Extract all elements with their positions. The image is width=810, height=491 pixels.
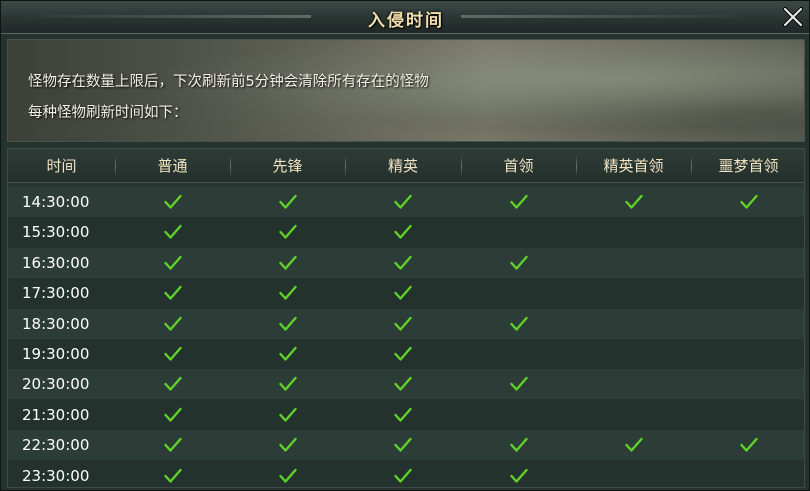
checkmark-icon <box>278 377 297 392</box>
checkmark-icon <box>278 194 297 209</box>
invasion-time-window: 入侵时间 怪物存在数量上限后，下次刷新前5分钟会清除所有存在的怪物 每种怪物刷新… <box>0 0 810 491</box>
checkmark-icon <box>394 316 412 331</box>
row-time: 21:30:00 <box>22 405 90 424</box>
row-time: 22:30:00 <box>22 436 90 455</box>
table-row: 22:30:00 <box>8 430 804 461</box>
row-time: 14:30:00 <box>22 193 90 211</box>
table-row: 15:30:00 <box>8 217 804 248</box>
checkmark-icon <box>739 437 758 452</box>
info-text-line-1: 怪物存在数量上限后，下次刷新前5分钟会清除所有存在的怪物 <box>28 74 429 90</box>
checkmark-icon <box>394 194 412 209</box>
close-icon <box>783 7 803 27</box>
checkmark-icon <box>278 316 297 331</box>
table-row: 21:30:00 <box>8 399 804 430</box>
row-time: 15:30:00 <box>22 223 90 242</box>
checkmark-icon <box>278 346 297 361</box>
row-time: 20:30:00 <box>22 375 90 394</box>
checkmark-icon <box>509 437 528 452</box>
checkmark-icon <box>278 407 297 422</box>
checkmark-icon <box>394 437 412 452</box>
row-time: 17:30:00 <box>22 284 90 303</box>
table-row: 18:30:00 <box>8 308 804 339</box>
checkmark-icon <box>163 468 182 483</box>
row-time: 18:30:00 <box>22 314 90 333</box>
checkmark-icon <box>163 316 182 331</box>
window-title: 入侵时间 <box>368 11 444 31</box>
checkmark-icon <box>509 255 528 270</box>
row-time: 23:30:00 <box>22 466 90 485</box>
checkmark-icon <box>163 437 182 452</box>
header-boss: 首领 <box>461 149 576 183</box>
checkmark-icon <box>278 255 297 270</box>
table-row: 23:30:00 <box>8 460 804 487</box>
table-row: 14:30:00 <box>8 187 804 217</box>
row-time: 19:30:00 <box>22 345 90 363</box>
checkmark-icon <box>163 285 182 300</box>
table-row: 17:30:00 <box>8 278 804 309</box>
checkmark-icon <box>163 255 182 270</box>
title-bar: 入侵时间 <box>1 1 809 34</box>
checkmark-icon <box>394 468 412 483</box>
table-header: 时间 普通 先锋 精英 首领 精英首领 噩梦首领 <box>8 149 804 183</box>
info-text-line-2: 每种怪物刷新时间如下： <box>28 105 188 121</box>
header-normal: 普通 <box>115 149 230 183</box>
checkmark-icon <box>394 407 412 422</box>
checkmark-icon <box>394 225 412 240</box>
checkmark-icon <box>163 225 182 240</box>
checkmark-icon <box>509 468 528 483</box>
header-elite: 精英 <box>345 149 461 183</box>
header-time: 时间 <box>46 157 77 175</box>
checkmark-icon <box>739 194 758 209</box>
close-button[interactable] <box>781 5 805 29</box>
checkmark-icon <box>278 437 297 452</box>
checkmark-icon <box>509 316 528 331</box>
checkmark-icon <box>163 346 182 361</box>
checkmark-icon <box>624 437 643 452</box>
table-row: 19:30:00 <box>8 339 804 369</box>
checkmark-icon <box>509 377 528 392</box>
spawn-schedule-table: 时间 普通 先锋 精英 首领 精英首领 噩梦首领 14:30:00 15:30:00 16:30… <box>7 148 805 488</box>
table-row: 20:30:00 <box>8 369 804 400</box>
checkmark-icon <box>394 377 412 392</box>
header-elite-boss: 精英首领 <box>576 149 691 183</box>
row-time: 16:30:00 <box>22 253 90 272</box>
checkmark-icon <box>394 346 412 361</box>
checkmark-icon <box>394 285 412 300</box>
checkmark-icon <box>278 225 297 240</box>
header-nightmare-boss: 噩梦首领 <box>691 149 804 183</box>
checkmark-icon <box>394 255 412 270</box>
checkmark-icon <box>509 194 528 209</box>
checkmark-icon <box>278 285 297 300</box>
info-banner: 怪物存在数量上限后，下次刷新前5分钟会清除所有存在的怪物 每种怪物刷新时间如下： <box>7 39 805 142</box>
table-row: 16:30:00 <box>8 247 804 278</box>
checkmark-icon <box>163 194 182 209</box>
header-vanguard: 先锋 <box>230 149 345 183</box>
checkmark-icon <box>163 407 182 422</box>
checkmark-icon <box>624 194 643 209</box>
checkmark-icon <box>278 468 297 483</box>
checkmark-icon <box>163 377 182 392</box>
